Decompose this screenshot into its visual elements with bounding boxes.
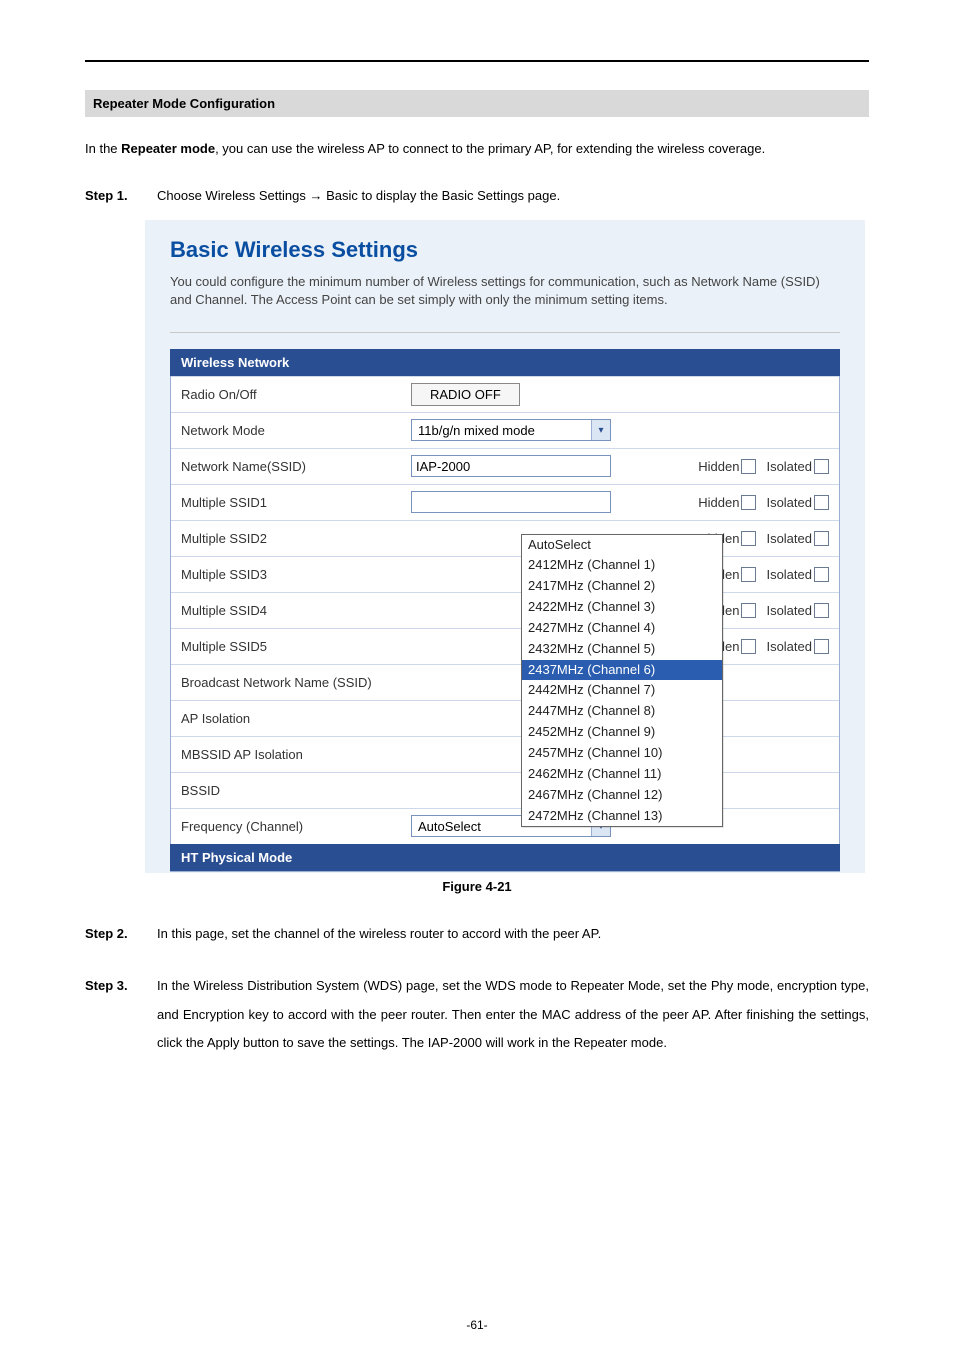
step-3-label: Step 3.: [85, 972, 157, 1058]
row-radio: Radio On/Off RADIO OFF: [171, 376, 839, 412]
intro-before: In the: [85, 141, 121, 156]
step-2-body: In this page, set the channel of the wir…: [157, 920, 869, 949]
ssid-isolated-group: Isolated: [766, 459, 829, 474]
step-1-after: Basic to display the Basic Settings page…: [322, 188, 560, 203]
frequency-option[interactable]: 2417MHz (Channel 2): [522, 576, 722, 597]
row-mssid2: Multiple SSID2 Hidden Isolated: [171, 520, 839, 556]
label-mssid5: Multiple SSID5: [181, 639, 411, 654]
frequency-option[interactable]: 2432MHz (Channel 5): [522, 639, 722, 660]
mssid4-isolated-checkbox[interactable]: [814, 603, 829, 618]
step-3-body: In the Wireless Distribution System (WDS…: [157, 972, 869, 1058]
frequency-option[interactable]: 2462MHz (Channel 11): [522, 764, 722, 785]
label-radio: Radio On/Off: [181, 387, 411, 402]
radio-off-button[interactable]: RADIO OFF: [411, 383, 520, 406]
mssid5-isolated-checkbox[interactable]: [814, 639, 829, 654]
frequency-option[interactable]: 2442MHz (Channel 7): [522, 680, 722, 701]
mssid1-hidden-checkbox[interactable]: [741, 495, 756, 510]
frequency-option[interactable]: AutoSelect: [522, 535, 722, 556]
row-mssid5: Multiple SSID5 lidden Isolated: [171, 628, 839, 664]
mssid3-isolated-label: Isolated: [766, 567, 812, 582]
frequency-option[interactable]: 2437MHz (Channel 6): [522, 660, 722, 681]
label-mssid2: Multiple SSID2: [181, 531, 411, 546]
ht-physical-mode-header: HT Physical Mode: [170, 844, 840, 871]
row-network-mode: Network Mode 11b/g/n mixed mode ▾: [171, 412, 839, 448]
row-bssid: BSSID: [171, 772, 839, 808]
label-mssid4: Multiple SSID4: [181, 603, 411, 618]
mssid3-isolated-checkbox[interactable]: [814, 567, 829, 582]
chevron-down-icon: ▾: [591, 420, 610, 440]
mssid2-isolated-label: Isolated: [766, 531, 812, 546]
step-1-label: Step 1.: [85, 182, 157, 211]
mssid2-isolated-checkbox[interactable]: [814, 531, 829, 546]
row-mssid1: Multiple SSID1 Hidden Isolated: [171, 484, 839, 520]
row-ssid: Network Name(SSID) Hidden Isolated: [171, 448, 839, 484]
figure-heading: Basic Wireless Settings: [170, 237, 840, 263]
row-broadcast: Broadcast Network Name (SSID): [171, 664, 839, 700]
mssid1-isolated-label: Isolated: [766, 495, 812, 510]
wireless-network-panel: Wireless Network Radio On/Off RADIO OFF …: [170, 349, 840, 872]
mssid5-isolated-label: Isolated: [766, 639, 812, 654]
mssid1-hidden-label: Hidden: [698, 495, 739, 510]
step-1-before: Choose Wireless Settings: [157, 188, 309, 203]
intro-bold: Repeater mode: [121, 141, 215, 156]
intro-after: , you can use the wireless AP to connect…: [215, 141, 765, 156]
figure-description: You could configure the minimum number o…: [170, 273, 840, 309]
figure-divider: [170, 332, 840, 333]
mssid1-isolated-checkbox[interactable]: [814, 495, 829, 510]
ssid-hidden-label: Hidden: [698, 459, 739, 474]
ssid-hidden-group: Hidden: [698, 459, 756, 474]
frequency-dropdown-list[interactable]: AutoSelect2412MHz (Channel 1)2417MHz (Ch…: [521, 534, 723, 828]
frequency-option[interactable]: 2472MHz (Channel 13): [522, 806, 722, 827]
figure-basic-wireless: Basic Wireless Settings You could config…: [145, 220, 865, 872]
ssid-isolated-checkbox[interactable]: [814, 459, 829, 474]
label-frequency: Frequency (Channel): [181, 819, 411, 834]
step-2-row: Step 2. In this page, set the channel of…: [85, 920, 869, 949]
row-mbssid: MBSSID AP Isolation: [171, 736, 839, 772]
label-broadcast: Broadcast Network Name (SSID): [181, 675, 411, 690]
mssid4-isolated-label: Isolated: [766, 603, 812, 618]
intro-paragraph: In the Repeater mode, you can use the wi…: [85, 135, 869, 164]
frequency-option[interactable]: 2467MHz (Channel 12): [522, 785, 722, 806]
ssid-input[interactable]: [411, 455, 611, 477]
frequency-option[interactable]: 2422MHz (Channel 3): [522, 597, 722, 618]
wireless-network-header: Wireless Network: [170, 349, 840, 376]
arrow-icon: →: [309, 188, 322, 203]
row-mssid4: Multiple SSID4 lidden Isolated: [171, 592, 839, 628]
label-mssid1: Multiple SSID1: [181, 495, 411, 510]
step-3-row: Step 3. In the Wireless Distribution Sys…: [85, 972, 869, 1058]
page-rule: [85, 60, 869, 62]
ssid-isolated-label: Isolated: [766, 459, 812, 474]
mssid3-hidden-checkbox[interactable]: [741, 567, 756, 582]
step-1-row: Step 1. Choose Wireless Settings → Basic…: [85, 182, 869, 211]
frequency-value: AutoSelect: [418, 819, 481, 834]
step-1-body: Choose Wireless Settings → Basic to disp…: [157, 182, 869, 211]
label-bssid: BSSID: [181, 783, 411, 798]
page-number: -61-: [0, 1318, 954, 1332]
mssid4-hidden-checkbox[interactable]: [741, 603, 756, 618]
mssid5-hidden-checkbox[interactable]: [741, 639, 756, 654]
frequency-option[interactable]: 2412MHz (Channel 1): [522, 555, 722, 576]
frequency-option[interactable]: 2457MHz (Channel 10): [522, 743, 722, 764]
network-mode-value: 11b/g/n mixed mode: [418, 423, 535, 438]
mssid2-hidden-checkbox[interactable]: [741, 531, 756, 546]
section-title: Repeater Mode Configuration: [85, 90, 869, 117]
label-mbssid: MBSSID AP Isolation: [181, 747, 411, 762]
frequency-option[interactable]: 2452MHz (Channel 9): [522, 722, 722, 743]
row-frequency: Frequency (Channel) AutoSelect ▾: [171, 808, 839, 844]
mssid1-input[interactable]: [411, 491, 611, 513]
step-2-label: Step 2.: [85, 920, 157, 949]
label-ssid: Network Name(SSID): [181, 459, 411, 474]
network-mode-select[interactable]: 11b/g/n mixed mode ▾: [411, 419, 611, 441]
row-ap-isolation: AP Isolation: [171, 700, 839, 736]
figure-caption: Figure 4-21: [85, 879, 869, 894]
row-mssid3: Multiple SSID3 lidden Isolated: [171, 556, 839, 592]
ssid-hidden-checkbox[interactable]: [741, 459, 756, 474]
frequency-option[interactable]: 2427MHz (Channel 4): [522, 618, 722, 639]
label-network-mode: Network Mode: [181, 423, 411, 438]
label-mssid3: Multiple SSID3: [181, 567, 411, 582]
frequency-option[interactable]: 2447MHz (Channel 8): [522, 701, 722, 722]
label-ap-isolation: AP Isolation: [181, 711, 411, 726]
